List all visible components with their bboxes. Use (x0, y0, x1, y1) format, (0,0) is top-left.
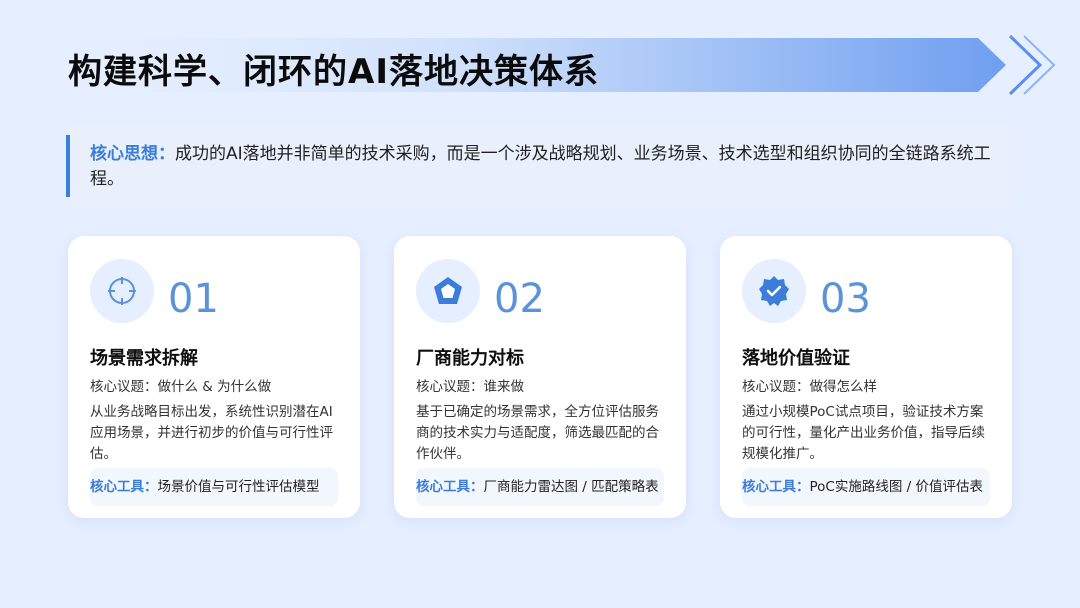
card-number: 03 (820, 276, 871, 322)
crosshair-icon (108, 277, 136, 305)
card-title: 落地价值验证 (742, 348, 850, 369)
core-idea-label: 核心思想： (90, 144, 175, 164)
card-icon-circle (90, 259, 154, 323)
card-icon-circle (742, 259, 806, 323)
card-topic: 核心议题：做什么 & 为什么做 (90, 379, 272, 395)
card-tool-value: PoC实施路线图 / 价值评估表 (809, 479, 983, 495)
card-tool: 核心工具：PoC实施路线图 / 价值评估表 (742, 468, 990, 506)
card-description: 从业务战略目标出发，系统性识别潜在AI应用场景，并进行初步的价值与可行性评估。 (90, 404, 333, 462)
core-idea-box: 核心思想：成功的AI落地并非简单的技术采购，而是一个涉及战略规划、业务场景、技术… (66, 125, 1012, 207)
card-tool-value: 厂商能力雷达图 / 匹配策略表 (483, 479, 659, 495)
card-number: 01 (168, 276, 219, 322)
pentagon-radar-icon (434, 277, 462, 304)
page-title: 构建科学、闭环的AI落地决策体系 (68, 52, 599, 92)
card-tool-label: 核心工具： (742, 479, 810, 495)
card-tool: 核心工具：厂商能力雷达图 / 匹配策略表 (416, 468, 664, 506)
card-icon-circle (416, 259, 480, 323)
card-title: 场景需求拆解 (90, 348, 198, 369)
card-scenario: 01 场景需求拆解 核心议题：做什么 & 为什么做 从业务战略目标出发，系统性识… (68, 236, 360, 518)
card-description: 基于已确定的场景需求，全方位评估服务商的技术实力与适配度，筛选最匹配的合作伙伴。 (416, 404, 659, 462)
card-topic: 核心议题：做得怎么样 (742, 379, 877, 395)
verified-badge-icon (759, 276, 789, 306)
card-title: 厂商能力对标 (416, 348, 524, 369)
card-number: 02 (494, 276, 545, 322)
card-tool-label: 核心工具： (416, 479, 484, 495)
card-vendor: 02 厂商能力对标 核心议题：谁来做 基于已确定的场景需求，全方位评估服务商的技… (394, 236, 686, 518)
title-banner: 构建科学、闭环的AI落地决策体系 (28, 34, 1058, 96)
core-idea-accent-bar (66, 135, 70, 197)
card-tool-value: 场景价值与可行性评估模型 (157, 479, 320, 495)
core-idea-text: 核心思想：成功的AI落地并非简单的技术采购，而是一个涉及战略规划、业务场景、技术… (90, 142, 992, 192)
card-value: 03 落地价值验证 核心议题：做得怎么样 通过小规模PoC试点项目，验证技术方案… (720, 236, 1012, 518)
card-description: 通过小规模PoC试点项目，验证技术方案的可行性，量化产出业务价值，指导后续规模化… (742, 404, 985, 462)
core-idea-body: 成功的AI落地并非简单的技术采购，而是一个涉及战略规划、业务场景、技术选型和组织… (90, 144, 991, 189)
card-tool: 核心工具：场景价值与可行性评估模型 (90, 468, 338, 506)
card-topic: 核心议题：谁来做 (416, 379, 524, 395)
card-tool-label: 核心工具： (90, 479, 158, 495)
